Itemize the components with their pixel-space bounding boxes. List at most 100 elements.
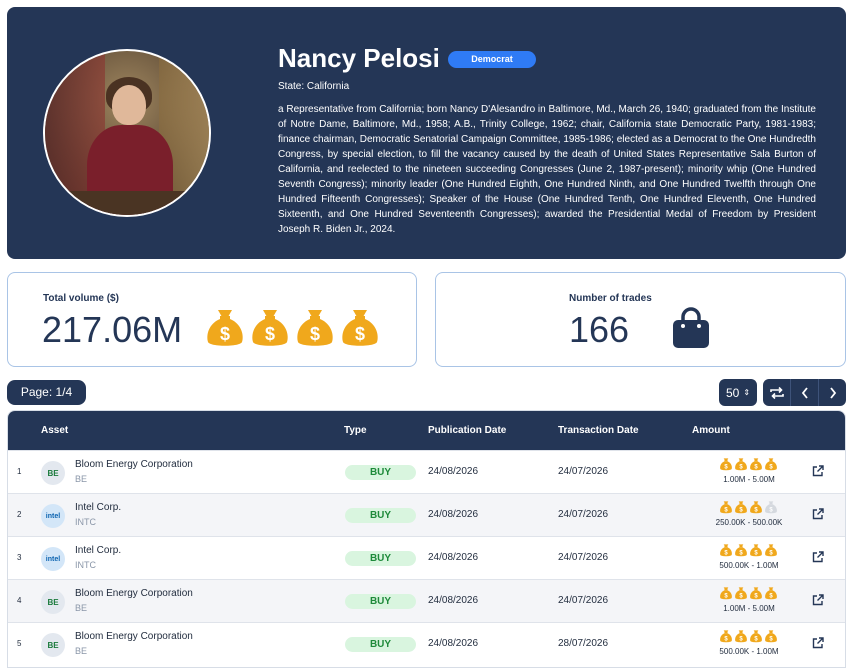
col-publication-date[interactable]: Publication Date	[428, 425, 506, 436]
trades-count-value: 166	[569, 309, 630, 350]
money-bag-icon: $	[750, 587, 762, 599]
pagination-nav	[763, 379, 846, 406]
trade-type-badge: BUY	[345, 508, 416, 523]
money-bag-icon: $	[765, 458, 777, 470]
asset-ticker: BE	[75, 646, 88, 656]
amount-bags: $ $ $ $	[719, 629, 779, 643]
per-page-value: 50	[725, 385, 740, 400]
money-bag-icon: $	[750, 544, 762, 556]
page-indicator: Page: 1/4	[7, 380, 86, 405]
col-amount[interactable]: Amount	[692, 425, 730, 436]
trade-type-badge: BUY	[345, 465, 416, 480]
asset-ticker: INTC	[75, 517, 96, 527]
money-bag-icon: $	[207, 310, 243, 346]
company-logo: BE	[41, 461, 65, 485]
money-bag-icon: $	[297, 310, 333, 346]
publication-date: 24/08/2026	[428, 595, 479, 606]
external-link-icon[interactable]	[811, 636, 825, 650]
asset-name[interactable]: Bloom Energy Corporation	[75, 588, 193, 599]
money-bag-icon: $	[765, 501, 777, 513]
asset-ticker: BE	[75, 474, 88, 484]
external-link-icon[interactable]	[811, 593, 825, 607]
table-row[interactable]: 4 BE Bloom Energy Corporation BE BUY 24/08/20…	[8, 579, 845, 622]
updown-icon: ⇕	[743, 387, 751, 397]
svg-text:$: $	[220, 324, 230, 344]
col-asset[interactable]: Asset	[41, 425, 68, 436]
table-row[interactable]: 2 intel Intel Corp. INTC BUY 24/08/2026 24/07/…	[8, 493, 845, 536]
money-bag-icon: $	[294, 306, 336, 348]
table-header: Asset Type Publication Date Transaction …	[8, 411, 845, 450]
money-bag-icon: $	[720, 587, 732, 599]
prev-page-button[interactable]	[790, 379, 818, 406]
svg-text:$: $	[265, 324, 275, 344]
money-bag-icon: $	[204, 306, 246, 348]
trades-table: Asset Type Publication Date Transaction …	[7, 410, 846, 668]
row-number: 4	[17, 596, 22, 605]
money-bag-icon: $	[750, 630, 762, 642]
transaction-date: 24/07/2026	[558, 552, 609, 563]
money-bag-icon: $	[735, 630, 747, 642]
external-link-icon[interactable]	[811, 464, 825, 478]
asset-name[interactable]: Intel Corp.	[75, 502, 121, 513]
asset-name[interactable]: Bloom Energy Corporation	[75, 631, 193, 642]
asset-name[interactable]: Bloom Energy Corporation	[75, 459, 193, 470]
money-bag-icon: $	[765, 587, 777, 599]
table-row[interactable]: 5 BE Bloom Energy Corporation BE BUY 24/08/20…	[8, 622, 845, 665]
per-page-select[interactable]: 50 ⇕	[719, 379, 757, 406]
row-number: 2	[17, 510, 22, 519]
shopping-bag-icon	[673, 307, 709, 348]
next-page-button[interactable]	[818, 379, 846, 406]
svg-text:$: $	[355, 324, 365, 344]
biography-text: a Representative from California; born N…	[278, 104, 816, 235]
money-bag-icon: $	[735, 501, 747, 513]
money-bag-icon: $	[735, 587, 747, 599]
total-volume-label: Total volume ($)	[43, 293, 119, 304]
politician-name: Nancy Pelosi	[278, 43, 440, 73]
amount-bags: $ $ $ $	[719, 500, 779, 514]
refresh-button[interactable]	[763, 379, 790, 406]
total-volume-value: 217.06M	[42, 309, 183, 350]
external-link-icon[interactable]	[811, 507, 825, 521]
asset-name[interactable]: Intel Corp.	[75, 545, 121, 556]
transaction-date: 24/07/2026	[558, 595, 609, 606]
profile-card: Nancy Pelosi Democrat State: California …	[7, 7, 846, 259]
transaction-date: 24/07/2026	[558, 509, 609, 520]
table-body: 1 BE Bloom Energy Corporation BE BUY 24/08/20…	[8, 450, 845, 665]
trades-count-card: Number of trades 166	[435, 272, 846, 367]
col-transaction-date[interactable]: Transaction Date	[558, 425, 639, 436]
publication-date: 24/08/2026	[428, 509, 479, 520]
money-bag-icon: $	[750, 501, 762, 513]
state-label: State: California	[278, 81, 350, 92]
col-type[interactable]: Type	[344, 425, 367, 436]
money-bag-icon: $	[735, 458, 747, 470]
company-logo: BE	[41, 590, 65, 614]
row-number: 5	[17, 639, 22, 648]
amount-bags: $ $ $ $	[719, 543, 779, 557]
amount-range: 1.00M - 5.00M	[723, 475, 775, 484]
party-badge: Democrat	[448, 51, 536, 68]
amount-bags: $ $ $ $	[719, 457, 779, 471]
external-link-icon[interactable]	[811, 550, 825, 564]
amount-range: 500.00K - 1.00M	[719, 561, 779, 570]
total-volume-card: Total volume ($) 217.06M $ $ $ $	[7, 272, 417, 367]
transaction-date: 24/07/2026	[558, 466, 609, 477]
profile-photo	[43, 49, 211, 217]
amount-range: 1.00M - 5.00M	[723, 604, 775, 613]
row-number: 3	[17, 553, 22, 562]
table-row[interactable]: 1 BE Bloom Energy Corporation BE BUY 24/08/20…	[8, 450, 845, 493]
company-logo: BE	[41, 633, 65, 657]
money-bag-icon: $	[750, 458, 762, 470]
chevron-right-icon	[829, 386, 836, 399]
money-bag-icon: $	[720, 630, 732, 642]
row-number: 1	[17, 467, 22, 476]
table-row[interactable]: 3 intel Intel Corp. INTC BUY 24/08/2026 24/07/…	[8, 536, 845, 579]
repeat-icon	[769, 386, 784, 399]
money-bag-icon: $	[735, 544, 747, 556]
svg-text:$: $	[310, 324, 320, 344]
asset-ticker: INTC	[75, 560, 96, 570]
publication-date: 24/08/2026	[428, 638, 479, 649]
company-logo: intel	[41, 504, 65, 528]
money-bag-icon: $	[252, 310, 288, 346]
publication-date: 24/08/2026	[428, 552, 479, 563]
money-bag-icon: $	[720, 458, 732, 470]
